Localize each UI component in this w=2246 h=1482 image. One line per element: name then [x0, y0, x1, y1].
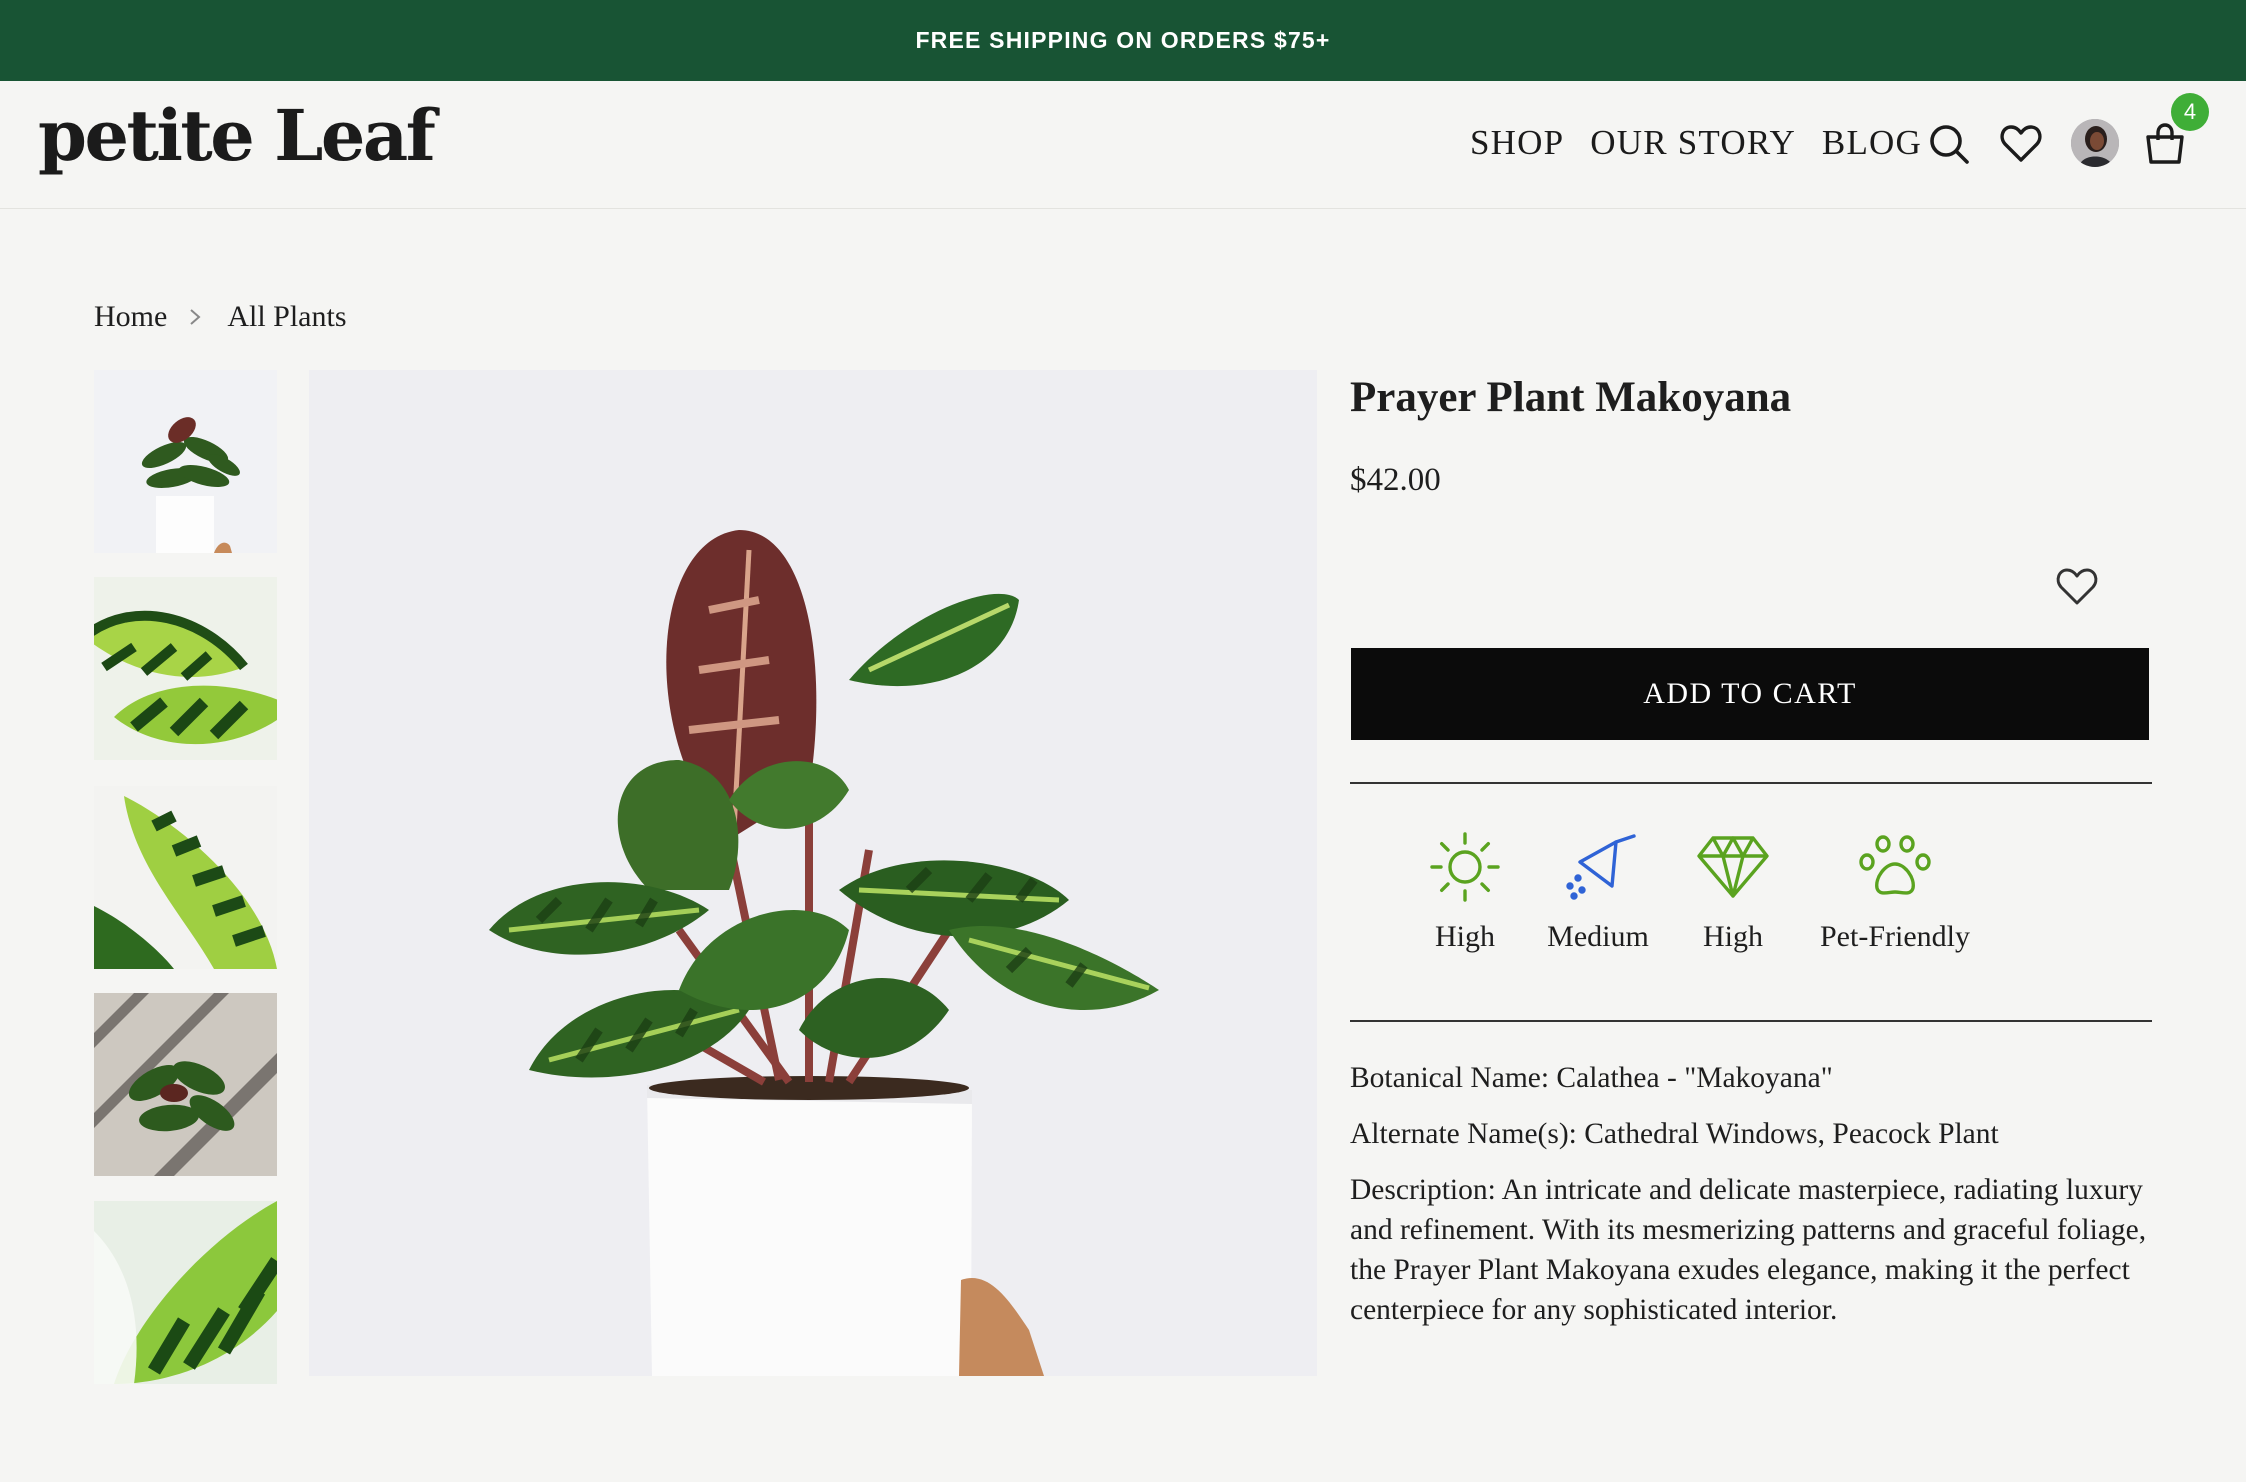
- paw-icon: [1810, 828, 1980, 906]
- promo-text: FREE SHIPPING ON ORDERS $75+: [915, 27, 1331, 53]
- breadcrumb-all-plants[interactable]: All Plants: [227, 300, 346, 334]
- add-to-cart-button[interactable]: ADD TO CART: [1351, 648, 2149, 740]
- alternate-names: Alternate Name(s): Cathedral Windows, Pe…: [1350, 1118, 1999, 1150]
- divider: [1350, 1020, 2152, 1022]
- heart-icon[interactable]: [1999, 122, 2043, 166]
- thumbnail-4[interactable]: [94, 993, 277, 1176]
- main-nav: SHOP OUR STORY BLOG: [1470, 125, 1948, 160]
- avatar[interactable]: [2071, 119, 2119, 167]
- nav-our-story[interactable]: OUR STORY: [1590, 125, 1796, 160]
- search-icon[interactable]: [1927, 122, 1971, 166]
- cart-count-badge: 4: [2171, 93, 2209, 131]
- diamond-icon: [1648, 828, 1818, 906]
- nav-blog[interactable]: BLOG: [1822, 125, 1922, 160]
- site-header: petite Leaf SHOP OUR STORY BLOG 4: [0, 81, 2246, 209]
- thumbnail-2[interactable]: [94, 577, 277, 760]
- product-title: Prayer Plant Makoyana: [1350, 374, 1792, 421]
- main-product-image[interactable]: [309, 370, 1317, 1376]
- care-difficulty-label: High: [1703, 920, 1763, 953]
- care-pet-label: Pet-Friendly: [1820, 920, 1970, 953]
- care-difficulty: High: [1648, 828, 1818, 954]
- description: Description: An intricate and delicate m…: [1350, 1174, 2147, 1326]
- thumbnail-5[interactable]: [94, 1201, 277, 1384]
- product-details: Botanical Name: Calathea - "Makoyana" Al…: [1350, 1058, 2150, 1346]
- thumbnail-3[interactable]: [94, 786, 277, 969]
- breadcrumb: Home All Plants: [94, 300, 347, 334]
- wishlist-heart-icon[interactable]: [2054, 564, 2100, 610]
- care-icons: High Medium High Pet-Friendly: [1350, 828, 2150, 978]
- thumbnail-1[interactable]: [94, 370, 277, 553]
- logo[interactable]: petite Leaf: [38, 101, 436, 171]
- chevron-right-icon: [189, 308, 201, 326]
- botanical-name: Botanical Name: Calathea - "Makoyana": [1350, 1062, 1833, 1094]
- divider: [1350, 782, 2152, 784]
- breadcrumb-home[interactable]: Home: [94, 300, 167, 334]
- promo-banner: FREE SHIPPING ON ORDERS $75+: [0, 0, 2246, 81]
- product-price: $42.00: [1350, 462, 1441, 498]
- care-pet: Pet-Friendly: [1810, 828, 1980, 954]
- nav-shop[interactable]: SHOP: [1470, 125, 1564, 160]
